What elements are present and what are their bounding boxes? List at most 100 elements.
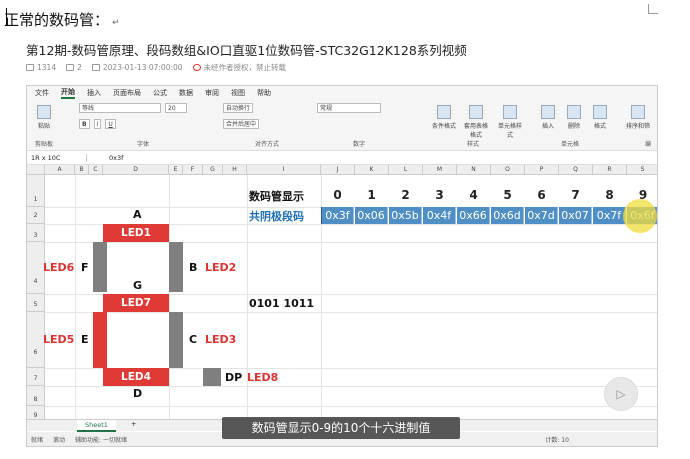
col-header[interactable]: R bbox=[593, 165, 627, 175]
status-accessibility[interactable]: 辅助功能: 一切就绪 bbox=[75, 435, 127, 444]
bold-button[interactable]: B bbox=[79, 119, 90, 129]
wrap-text-button[interactable]: 自动换行 bbox=[223, 103, 254, 113]
code-cell[interactable]: 0x7f bbox=[593, 207, 626, 224]
col-header[interactable]: S bbox=[627, 165, 657, 175]
col-header[interactable]: L bbox=[389, 165, 423, 175]
code-cell[interactable]: 0x3f bbox=[321, 207, 354, 224]
align-tools: 自动换行 bbox=[223, 103, 254, 113]
select-all-corner[interactable] bbox=[27, 165, 45, 175]
merge-center-button[interactable]: 合并后居中 bbox=[223, 119, 260, 129]
menu-formulas[interactable]: 公式 bbox=[153, 88, 167, 98]
code-cell[interactable]: 0x66 bbox=[457, 207, 490, 224]
col-header[interactable]: O bbox=[491, 165, 525, 175]
row-header[interactable]: 2 bbox=[27, 207, 45, 224]
digit-cell[interactable]: 4 bbox=[457, 188, 490, 202]
comment-icon bbox=[66, 64, 75, 71]
binary-value: 0101 1011 bbox=[249, 297, 315, 310]
formula-input[interactable]: 0x3f bbox=[87, 154, 123, 162]
segment-e-bar bbox=[93, 312, 107, 368]
digit-cell[interactable]: 7 bbox=[559, 188, 592, 202]
led6-label: LED6 bbox=[43, 261, 75, 274]
segment-label-dp: DP bbox=[225, 371, 243, 384]
name-box[interactable]: 1R x 10C bbox=[27, 153, 87, 162]
col-header[interactable]: P bbox=[525, 165, 559, 175]
code-cell[interactable]: 0x5b bbox=[389, 207, 422, 224]
add-sheet-button[interactable]: + bbox=[131, 420, 136, 428]
code-cell[interactable]: 0x4f bbox=[423, 207, 456, 224]
cell-style-icon bbox=[503, 105, 517, 119]
sheet-tab-sheet1[interactable]: Sheet1 bbox=[77, 420, 116, 432]
underline-button[interactable]: U bbox=[105, 119, 116, 129]
row-header[interactable]: 7 bbox=[27, 368, 45, 386]
col-header[interactable]: D bbox=[103, 165, 169, 175]
video-frame[interactable]: 文件 开始 插入 页面布局 公式 数据 审阅 视图 帮助 粘贴 等线 20 B … bbox=[26, 85, 658, 447]
menu-review[interactable]: 审阅 bbox=[205, 88, 219, 98]
col-header[interactable]: K bbox=[355, 165, 389, 175]
led1-segment: LED1 bbox=[103, 224, 169, 242]
code-cell[interactable]: 0x7d bbox=[525, 207, 558, 224]
copyright-notice: 未经作者授权，禁止转载 bbox=[192, 62, 286, 73]
code-cell[interactable]: 0x6d bbox=[491, 207, 524, 224]
insert-cells-button[interactable]: 插入 bbox=[535, 105, 561, 130]
menu-file[interactable]: 文件 bbox=[35, 88, 49, 98]
conditional-format-button[interactable]: 条件格式 bbox=[431, 105, 457, 130]
col-header[interactable]: Q bbox=[559, 165, 593, 175]
sort-filter-button[interactable]: 排序和筛 bbox=[621, 105, 655, 130]
number-format-select[interactable]: 常规 bbox=[317, 103, 381, 113]
status-scroll: 滚动 bbox=[53, 436, 66, 444]
play-icon[interactable]: ▷ bbox=[604, 377, 638, 411]
menu-view[interactable]: 视图 bbox=[231, 88, 245, 98]
delete-cells-button[interactable]: 删除 bbox=[561, 105, 587, 130]
segment-label-d: D bbox=[133, 387, 143, 400]
menu-help[interactable]: 帮助 bbox=[257, 88, 271, 98]
col-header[interactable]: A bbox=[45, 165, 75, 175]
menu-home[interactable]: 开始 bbox=[61, 87, 75, 99]
col-header[interactable]: N bbox=[457, 165, 491, 175]
row-header[interactable]: 1 bbox=[27, 175, 45, 207]
font-name-select[interactable]: 等线 bbox=[79, 103, 161, 113]
digit-cell[interactable]: 2 bbox=[389, 188, 422, 202]
col-header[interactable]: H bbox=[223, 165, 247, 175]
digit-cell[interactable]: 3 bbox=[423, 188, 456, 202]
format-cells-button[interactable]: 格式 bbox=[587, 105, 613, 130]
group-cells: 单元格 bbox=[561, 141, 580, 148]
paste-button[interactable]: 粘贴 bbox=[31, 105, 57, 130]
play-count-icon bbox=[26, 64, 34, 71]
cell-style-button[interactable]: 单元格样式 bbox=[497, 105, 523, 139]
font-size-select[interactable]: 20 bbox=[165, 103, 187, 113]
menu-insert[interactable]: 插入 bbox=[87, 88, 101, 98]
doc-heading: 正常的数码管： ↵ bbox=[4, 11, 120, 29]
col-header[interactable]: I bbox=[247, 165, 321, 175]
grid-line bbox=[169, 175, 170, 425]
digit-cell[interactable]: 0 bbox=[321, 188, 354, 202]
digit-cell[interactable]: 1 bbox=[355, 188, 388, 202]
no-repost-icon bbox=[192, 64, 201, 71]
col-header[interactable]: C bbox=[89, 165, 103, 175]
bottom-strip bbox=[0, 447, 690, 459]
delete-cells-icon bbox=[567, 105, 581, 119]
italic-button[interactable]: I bbox=[93, 119, 102, 129]
table-format-button[interactable]: 套用表格格式 bbox=[463, 105, 489, 139]
cursor-highlight bbox=[623, 199, 657, 233]
row-header[interactable]: 8 bbox=[27, 386, 45, 406]
group-number: 数字 bbox=[353, 141, 366, 148]
col-header[interactable]: J bbox=[321, 165, 355, 175]
digit-cell[interactable]: 6 bbox=[525, 188, 558, 202]
format-cells-icon bbox=[593, 105, 607, 119]
segment-f-bar bbox=[93, 242, 107, 292]
segment-b-bar bbox=[169, 242, 183, 292]
col-header[interactable]: E bbox=[169, 165, 183, 175]
code-cell[interactable]: 0x06 bbox=[355, 207, 388, 224]
menu-page-layout[interactable]: 页面布局 bbox=[113, 88, 141, 98]
digit-cell[interactable]: 5 bbox=[491, 188, 524, 202]
menu-data[interactable]: 数据 bbox=[179, 88, 193, 98]
col-header[interactable]: G bbox=[203, 165, 223, 175]
digit-cell[interactable]: 8 bbox=[593, 188, 626, 202]
col-header[interactable]: M bbox=[423, 165, 457, 175]
grid-line bbox=[45, 312, 657, 313]
code-cell[interactable]: 0x07 bbox=[559, 207, 592, 224]
row-header[interactable]: 3 bbox=[27, 224, 45, 242]
row-header[interactable]: 5 bbox=[27, 294, 45, 312]
col-header[interactable]: B bbox=[75, 165, 89, 175]
col-header[interactable]: F bbox=[183, 165, 203, 175]
